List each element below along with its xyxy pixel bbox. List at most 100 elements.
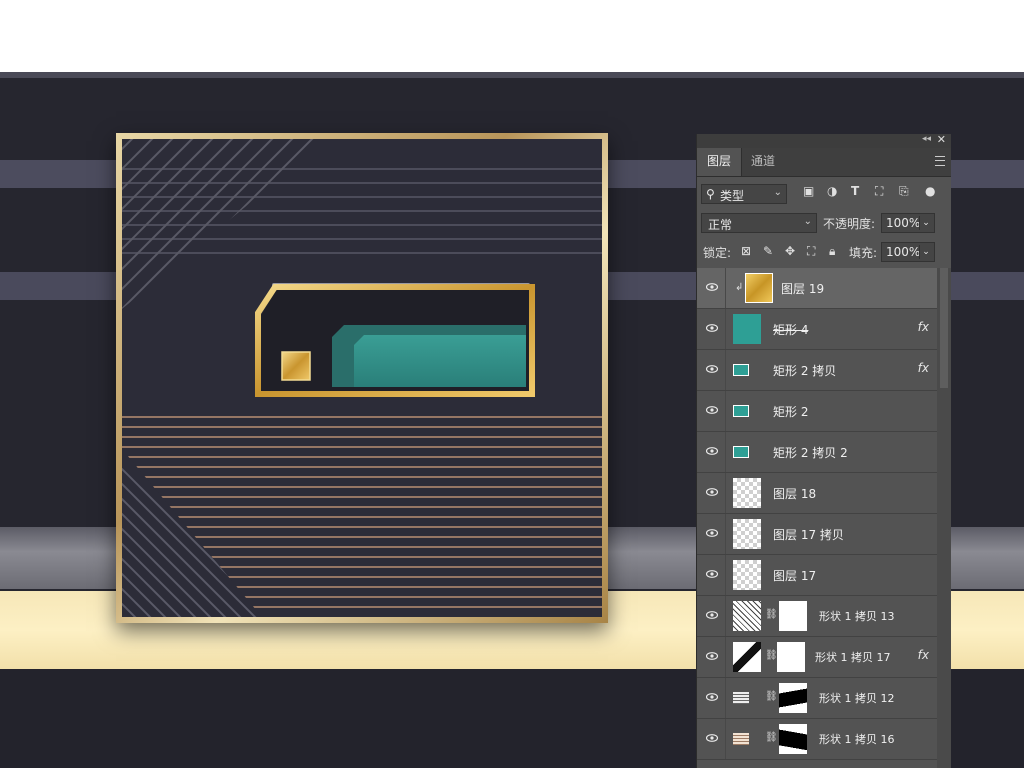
opacity-value: 100%: [886, 216, 921, 230]
lock-label: 锁定:: [703, 246, 732, 260]
lock-transparent-icon[interactable]: ⊠: [741, 244, 751, 258]
layer-thumbnail: [733, 642, 761, 672]
visibility-eye-icon[interactable]: [706, 488, 718, 496]
chain-link-icon[interactable]: ⛓: [765, 691, 778, 702]
visibility-eye-icon[interactable]: [706, 529, 718, 537]
layer-row[interactable]: ⛓ 形状 1 拷贝 16: [697, 719, 937, 760]
layer-name: 矩形 2 拷贝 2: [773, 446, 848, 460]
chevron-down-icon: ⌄: [919, 245, 932, 259]
search-icon: ⚲: [706, 187, 715, 201]
fill-label: 填充:: [849, 246, 878, 260]
layers-scrollbar[interactable]: [937, 268, 951, 768]
artwork-canvas: [122, 139, 602, 617]
artwork-graphic: [122, 139, 602, 617]
divider: [725, 719, 726, 759]
layer-thumbnail: [733, 560, 761, 590]
layer-name: 图层 17: [773, 569, 817, 583]
chain-link-icon[interactable]: ⛓: [765, 650, 778, 661]
chevron-down-icon: ⌄: [773, 187, 782, 198]
opacity-label: 不透明度:: [823, 217, 876, 231]
divider: [725, 596, 726, 636]
chain-link-icon[interactable]: ⛓: [765, 732, 778, 743]
visibility-eye-icon[interactable]: [706, 693, 718, 701]
layer-row[interactable]: 图层 18: [697, 473, 937, 514]
shape-filter-icon[interactable]: ⛶: [875, 184, 883, 199]
adjustment-filter-icon[interactable]: ◑: [827, 184, 837, 198]
layer-thumbnail: [733, 519, 761, 549]
visibility-eye-icon[interactable]: [706, 406, 718, 414]
layer-name: 矩形 2 拷贝: [773, 364, 837, 378]
divider: [725, 555, 726, 595]
layer-mask-thumbnail: [779, 601, 807, 631]
layer-name: 矩形 4: [773, 323, 809, 337]
layer-row[interactable]: 图层 17 拷贝: [697, 514, 937, 555]
layer-thumbnail: [733, 601, 761, 631]
layer-name: 形状 1 拷贝 12: [819, 692, 895, 705]
layer-row[interactable]: ⛓ 形状 1 拷贝 17 fx: [697, 637, 937, 678]
layer-effects-icon[interactable]: fx: [918, 320, 929, 334]
scene-top-line: [0, 72, 1024, 78]
layer-name: 图层 17 拷贝: [773, 528, 844, 542]
panel-title-bar: ◂◂ ✕: [697, 133, 951, 148]
layer-row[interactable]: ⛓ 形状 1 拷贝 13: [697, 596, 937, 637]
visibility-eye-icon[interactable]: [706, 734, 718, 742]
divider: [725, 678, 726, 718]
visibility-eye-icon[interactable]: [706, 570, 718, 578]
divider: [725, 432, 726, 472]
layers-panel: ◂◂ ✕ 图层 通道 ⚲ 类型 ⌄ ▣ ◑ T ⛶ ⎘ ● 正常 ⌄ 不透明度:…: [696, 133, 951, 768]
visibility-eye-icon[interactable]: [706, 365, 718, 373]
layer-thumbnail: [733, 405, 749, 417]
blend-mode-select[interactable]: 正常 ⌄: [701, 213, 817, 233]
close-icon[interactable]: ✕: [937, 133, 946, 146]
opacity-input[interactable]: 100% ⌄: [881, 213, 935, 233]
layer-mask-thumbnail: [779, 724, 807, 754]
layer-row[interactable]: ⛓ 形状 1 拷贝 12: [697, 678, 937, 719]
visibility-eye-icon[interactable]: [706, 324, 718, 332]
filter-kind-label: 类型: [720, 189, 745, 203]
layer-thumbnail: [733, 733, 749, 745]
layer-row[interactable]: ↲ 图层 19: [697, 268, 937, 309]
lock-all-icon[interactable]: 🔒︎: [829, 244, 835, 259]
layer-row[interactable]: 矩形 2 拷贝 2: [697, 432, 937, 473]
center-gold-frame: [255, 283, 535, 397]
type-filter-icon[interactable]: T: [851, 184, 859, 198]
layer-name: 图层 18: [773, 487, 817, 501]
layer-row[interactable]: 矩形 4 fx: [697, 309, 937, 350]
filter-kind-select[interactable]: ⚲ 类型 ⌄: [701, 184, 787, 204]
smart-object-filter-icon[interactable]: ⎘: [899, 184, 909, 199]
visibility-eye-icon[interactable]: [706, 283, 718, 291]
filter-toggle-icon[interactable]: ●: [925, 184, 935, 198]
layer-thumbnail: [733, 446, 749, 458]
scrollbar-thumb[interactable]: [940, 268, 948, 388]
layer-name: 形状 1 拷贝 16: [819, 733, 895, 746]
layer-effects-icon[interactable]: fx: [918, 361, 929, 375]
layer-row[interactable]: 图层 17: [697, 555, 937, 596]
tab-layers[interactable]: 图层: [697, 148, 743, 176]
divider: [725, 473, 726, 513]
lock-move-icon[interactable]: ✥: [785, 244, 795, 258]
lock-artboard-icon[interactable]: ⛶: [807, 244, 815, 259]
layer-name: 矩形 2: [773, 405, 809, 419]
layer-thumbnail: [733, 478, 761, 508]
layer-thumbnail: [733, 314, 761, 344]
layer-row[interactable]: 矩形 2: [697, 391, 937, 432]
layer-effects-icon[interactable]: fx: [918, 648, 929, 662]
fill-input[interactable]: 100% ⌄: [881, 242, 935, 262]
visibility-eye-icon[interactable]: [706, 611, 718, 619]
blend-mode-value: 正常: [708, 218, 733, 232]
layer-name: 形状 1 拷贝 17: [815, 651, 891, 664]
visibility-eye-icon[interactable]: [706, 447, 718, 455]
page-title-fragment: ·······: [500, 0, 545, 10]
layer-name: 形状 1 拷贝 13: [819, 610, 895, 623]
tab-channels[interactable]: 通道: [741, 148, 785, 176]
layer-name: 图层 19: [781, 282, 825, 296]
lock-paint-icon[interactable]: ✎: [763, 244, 773, 258]
layer-row[interactable]: 矩形 2 拷贝 fx: [697, 350, 937, 391]
panel-menu-icon[interactable]: [935, 156, 945, 166]
chain-link-icon[interactable]: ⛓: [765, 609, 778, 620]
collapse-icon[interactable]: ◂◂: [922, 134, 931, 144]
image-filter-icon[interactable]: ▣: [803, 184, 814, 198]
visibility-eye-icon[interactable]: [706, 652, 718, 660]
layer-thumbnail: [745, 273, 773, 303]
gold-square: [281, 351, 311, 381]
